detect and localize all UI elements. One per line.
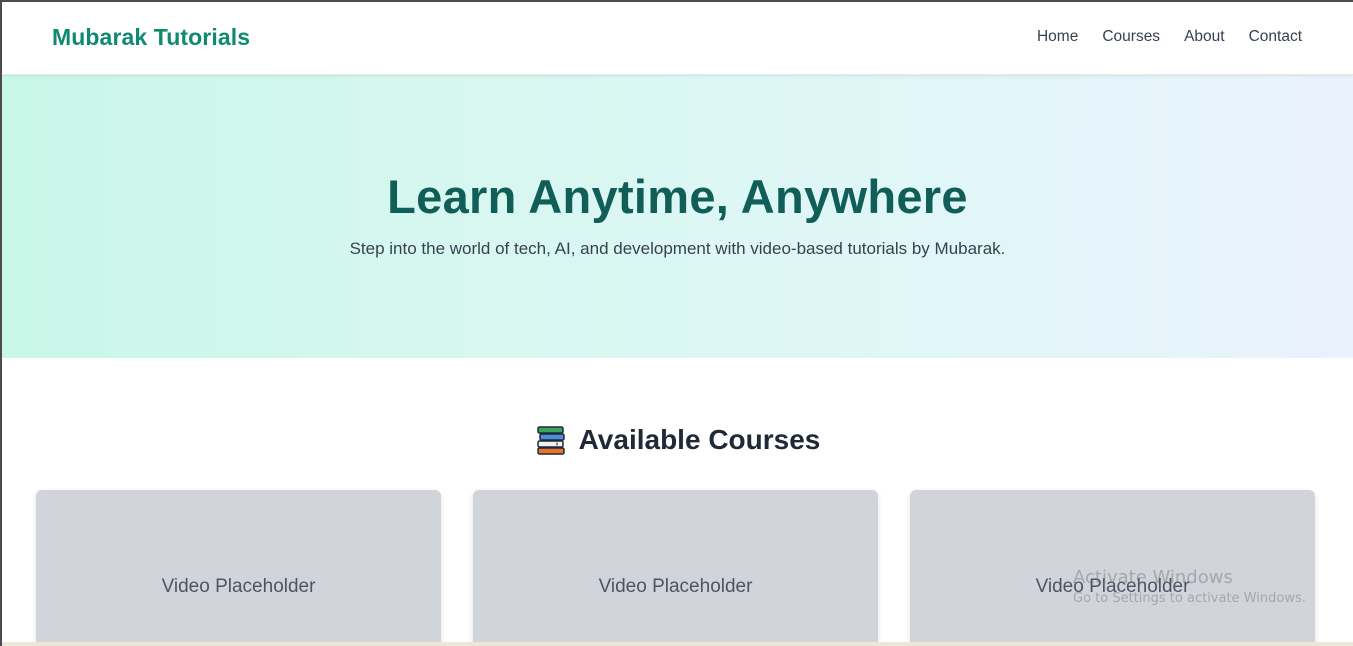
hero-subtitle: Step into the world of tech, AI, and dev… xyxy=(349,239,1006,258)
video-placeholder-label: Video Placeholder xyxy=(1035,576,1190,597)
taskbar-edge xyxy=(2,642,1353,646)
nav-links: Home Courses About Contact xyxy=(1037,28,1302,46)
nav-link-home[interactable]: Home xyxy=(1037,28,1078,46)
course-card[interactable]: Video Placeholder xyxy=(36,490,441,646)
browser-viewport: Mubarak Tutorials Home Courses About Con… xyxy=(0,0,1353,646)
courses-title: Available Courses xyxy=(578,424,821,455)
nav-link-courses[interactable]: Courses xyxy=(1102,28,1160,46)
brand-logo-text[interactable]: Mubarak Tutorials xyxy=(52,24,250,51)
courses-heading: Available Courses xyxy=(2,424,1353,456)
nav-link-about[interactable]: About xyxy=(1184,28,1225,46)
hero-title: Learn Anytime, Anywhere xyxy=(387,170,968,223)
navbar: Mubarak Tutorials Home Courses About Con… xyxy=(2,2,1353,75)
video-placeholder-label: Video Placeholder xyxy=(161,576,316,597)
course-card[interactable]: Video Placeholder xyxy=(910,490,1315,646)
course-card[interactable]: Video Placeholder xyxy=(473,490,878,646)
video-placeholder-label: Video Placeholder xyxy=(598,576,753,597)
nav-link-contact[interactable]: Contact xyxy=(1249,28,1302,46)
hero-section: Learn Anytime, Anywhere Step into the wo… xyxy=(2,75,1353,358)
books-icon xyxy=(536,426,565,455)
